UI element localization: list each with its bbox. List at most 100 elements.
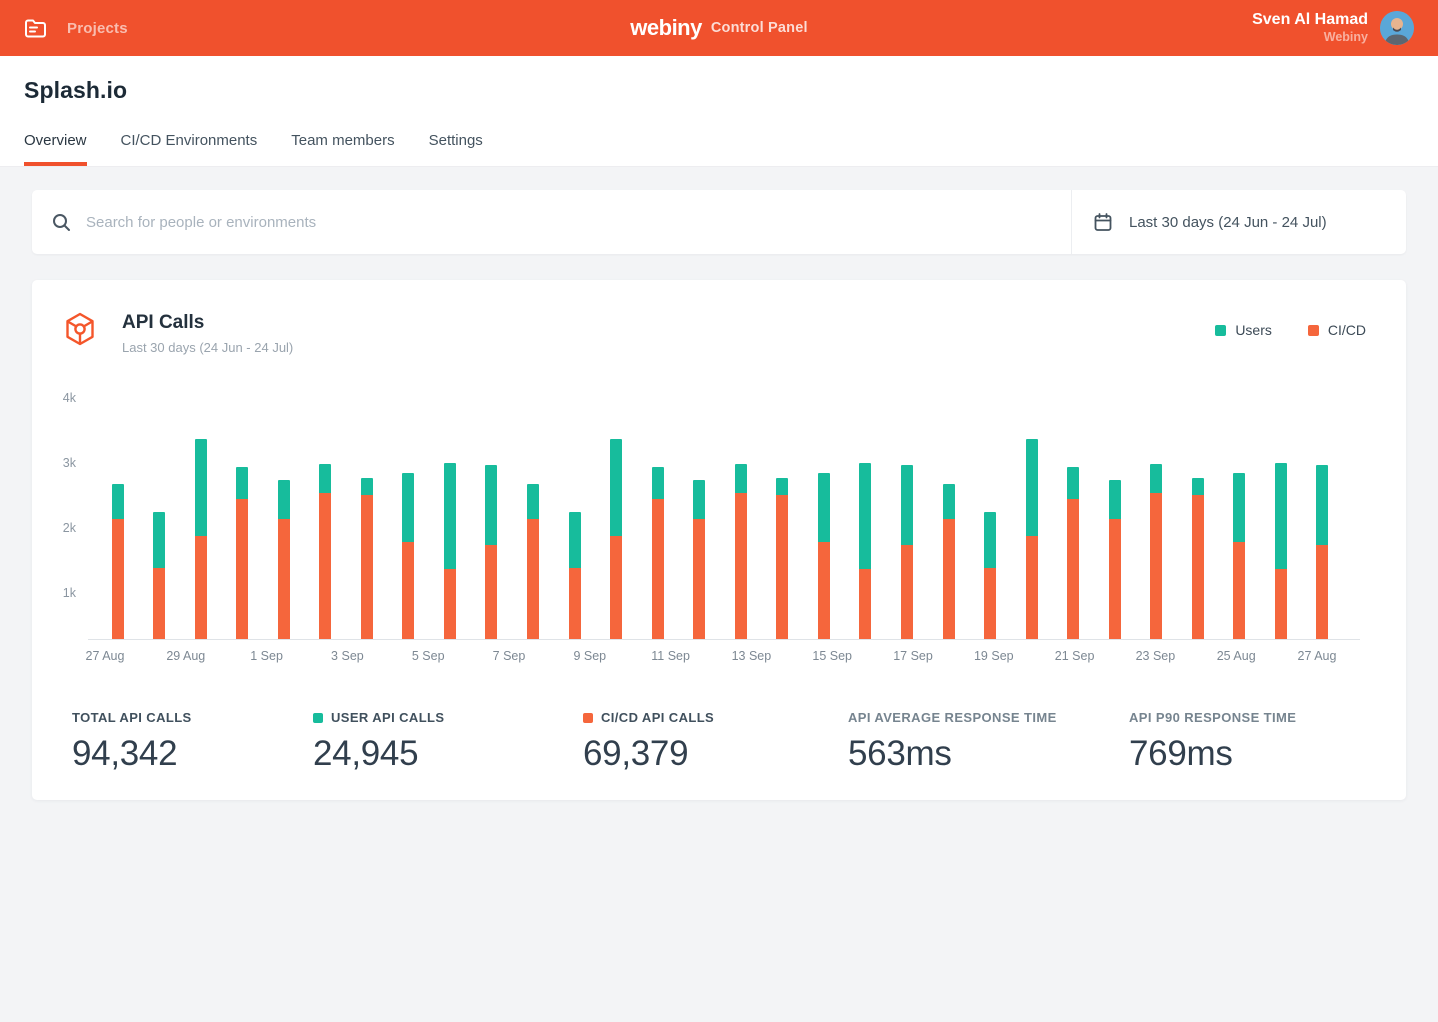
tab-team-members[interactable]: Team members (291, 132, 394, 166)
filter-toolbar: Last 30 days (24 Jun - 24 Jul) (32, 190, 1406, 254)
bar-users-segment (1067, 467, 1079, 500)
bar-users-segment (1275, 463, 1287, 570)
avatar[interactable] (1380, 11, 1414, 45)
bar-users-segment (943, 484, 955, 519)
stat-api-average-response-time: API AVERAGE RESPONSE TIME563ms (848, 710, 1129, 774)
bar-day-12 (569, 512, 581, 639)
bar-cicd-segment (195, 536, 207, 639)
bar-cicd-segment (1067, 499, 1079, 639)
content-area: Last 30 days (24 Jun - 24 Jul) API Calls… (0, 167, 1438, 800)
x-axis-tick-2: 29 Aug (166, 649, 205, 663)
chart-legend: Users CI/CD (1215, 322, 1366, 338)
api-calls-icon (64, 312, 96, 346)
y-axis-tick-4k: 4k (63, 391, 76, 405)
date-range-picker[interactable]: Last 30 days (24 Jun - 24 Jul) (1072, 190, 1406, 254)
bar-users-segment (1233, 473, 1245, 543)
bar-users-segment (693, 480, 705, 518)
bar-cicd-segment (444, 569, 456, 639)
bar-day-24 (1067, 467, 1079, 639)
bar-day-14 (652, 467, 664, 639)
bar-cicd-segment (1316, 545, 1328, 639)
bar-cicd-segment (1109, 519, 1121, 639)
bar-day-4 (236, 467, 248, 639)
stat-label-text: API P90 RESPONSE TIME (1129, 710, 1296, 725)
bar-day-8 (402, 473, 414, 639)
tab-settings[interactable]: Settings (429, 132, 483, 166)
bar-users-segment (1109, 480, 1121, 518)
bar-cicd-segment (652, 499, 664, 639)
x-axis-tick-16: 27 Aug (1298, 649, 1337, 663)
app-brand: webiny Control Panel (630, 0, 807, 56)
bar-day-9 (444, 463, 456, 639)
x-axis-tick-9: 13 Sep (732, 649, 772, 663)
bar-day-17 (776, 478, 788, 639)
bar-day-27 (1192, 478, 1204, 639)
tab-overview[interactable]: Overview (24, 132, 87, 166)
control-panel-label: Control Panel (711, 20, 808, 36)
bar-cicd-segment (485, 545, 497, 639)
card-title-block: API Calls Last 30 days (24 Jun - 24 Jul) (122, 312, 293, 355)
bar-users-segment (236, 467, 248, 500)
legend-item-ci-cd: CI/CD (1308, 322, 1366, 338)
bar-day-18 (818, 473, 830, 639)
x-axis-tick-10: 15 Sep (812, 649, 852, 663)
x-axis-tick-4: 3 Sep (331, 649, 364, 663)
bar-day-21 (943, 484, 955, 639)
stat-label: TOTAL API CALLS (72, 710, 313, 725)
bar-cicd-segment (984, 568, 996, 640)
bar-cicd-segment (735, 493, 747, 639)
bar-day-2 (153, 512, 165, 639)
bar-users-segment (984, 512, 996, 567)
bar-day-13 (610, 439, 622, 639)
bar-users-segment (1192, 478, 1204, 496)
page-title: Splash.io (24, 56, 1414, 104)
bar-users-segment (527, 484, 539, 519)
stat-label: USER API CALLS (313, 710, 583, 725)
legend-label: Users (1235, 322, 1272, 338)
card-header: API Calls Last 30 days (24 Jun - 24 Jul)… (32, 280, 1406, 355)
projects-nav[interactable]: Projects (24, 18, 128, 39)
bar-cicd-segment (112, 519, 124, 639)
tab-ci-cd-environments[interactable]: CI/CD Environments (121, 132, 258, 166)
bar-users-segment (776, 478, 788, 496)
y-axis-tick-1k: 1k (63, 586, 76, 600)
bar-cicd-segment (693, 519, 705, 639)
stat-total-api-calls: TOTAL API CALLS94,342 (72, 710, 313, 774)
bar-cicd-segment (319, 493, 331, 639)
bar-day-30 (1316, 465, 1328, 639)
search-box[interactable] (32, 190, 1071, 254)
user-menu[interactable]: Sven Al Hamad Webiny (1252, 10, 1414, 46)
bar-users-segment (444, 463, 456, 570)
bar-day-23 (1026, 439, 1038, 639)
stat-label: API AVERAGE RESPONSE TIME (848, 710, 1129, 725)
x-axis-tick-12: 19 Sep (974, 649, 1014, 663)
x-axis-tick-3: 1 Sep (250, 649, 283, 663)
bar-cicd-segment (1192, 495, 1204, 639)
stat-label: CI/CD API CALLS (583, 710, 848, 725)
bar-day-26 (1150, 464, 1162, 639)
bar-cicd-segment (1150, 493, 1162, 639)
legend-item-users: Users (1215, 322, 1272, 338)
bar-day-11 (527, 484, 539, 639)
bar-day-29 (1275, 463, 1287, 639)
projects-folder-icon (24, 18, 47, 39)
bar-cicd-segment (527, 519, 539, 639)
bar-cicd-segment (402, 542, 414, 639)
stat-value: 769ms (1129, 734, 1366, 774)
bar-cicd-segment (569, 568, 581, 640)
bar-cicd-segment (278, 519, 290, 639)
projects-nav-label: Projects (67, 20, 128, 37)
bar-day-7 (361, 478, 373, 639)
search-input[interactable] (86, 214, 1051, 231)
bar-day-6 (319, 464, 331, 639)
bar-cicd-segment (153, 568, 165, 640)
bar-day-10 (485, 465, 497, 639)
bar-cicd-segment (1026, 536, 1038, 639)
stat-label-text: USER API CALLS (331, 710, 444, 725)
x-axis-tick-11: 17 Sep (893, 649, 933, 663)
stat-user-api-calls: USER API CALLS24,945 (313, 710, 583, 774)
page-header: Splash.io Overview CI/CD Environments Team… (0, 56, 1438, 167)
stat-marker (313, 713, 323, 723)
stat-marker (583, 713, 593, 723)
x-axis-tick-7: 9 Sep (573, 649, 606, 663)
